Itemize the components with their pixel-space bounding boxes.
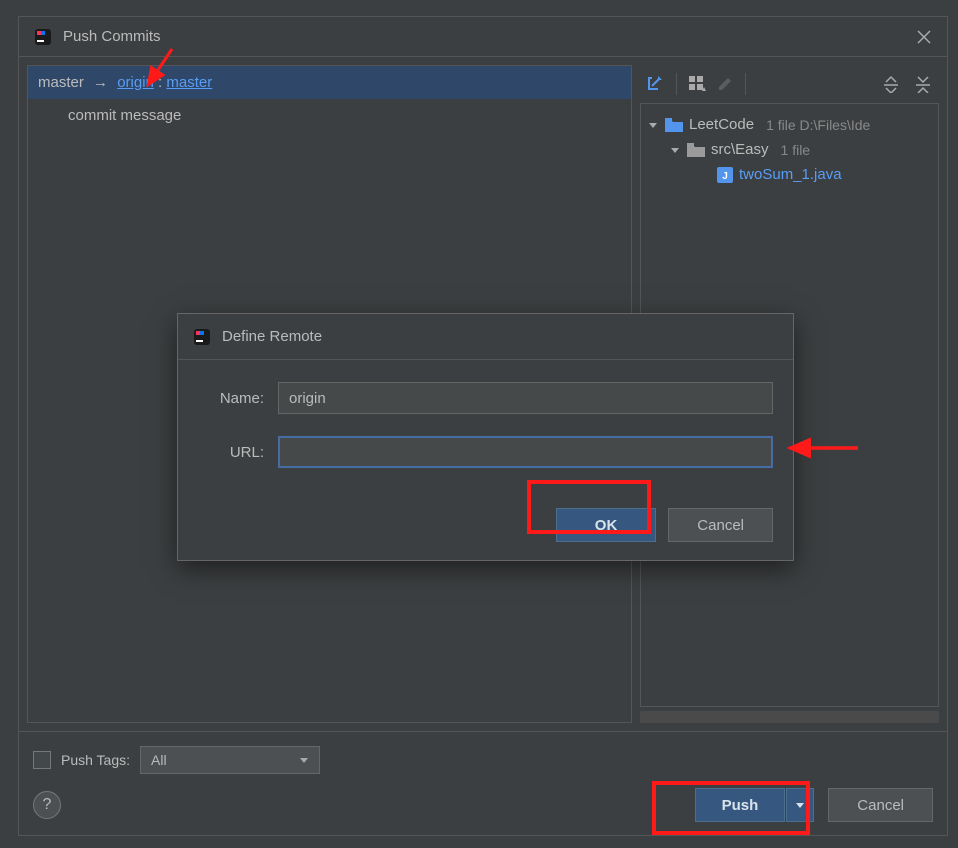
tree-project-label: LeetCode [689, 116, 754, 133]
tree-folder-label: src\Easy [711, 141, 769, 158]
help-button[interactable]: ? [33, 791, 61, 819]
svg-text:J: J [722, 171, 728, 182]
java-file-icon: J [717, 167, 733, 183]
folder-icon [687, 143, 705, 157]
cancel-button[interactable]: Cancel [828, 788, 933, 822]
collapse-all-icon[interactable] [911, 72, 935, 96]
branch-row[interactable]: master → origin : master [28, 66, 631, 99]
ok-button[interactable]: OK [556, 508, 657, 542]
push-tags-combo[interactable]: All [140, 746, 320, 774]
group-icon[interactable] [685, 72, 709, 96]
close-icon[interactable] [915, 28, 933, 46]
url-label: URL: [198, 444, 278, 461]
intellij-icon [192, 327, 212, 347]
chevron-down-icon [795, 800, 805, 810]
intellij-icon [33, 27, 53, 47]
bottom-bar: Push Tags: All ? Push Cancel [19, 731, 947, 835]
sub-dialog-body: Name: URL: [178, 360, 793, 508]
name-label: Name: [198, 390, 278, 407]
sub-dialog-title: Define Remote [222, 328, 779, 345]
push-button[interactable]: Push [695, 788, 786, 822]
tracking-branch-link[interactable]: master [166, 74, 212, 91]
expand-all-icon[interactable] [879, 72, 903, 96]
remote-link[interactable]: origin [117, 74, 154, 91]
dialog-titlebar: Push Commits [19, 17, 947, 57]
dialog-actions: ? Push Cancel [33, 788, 933, 822]
arrow: → [93, 74, 108, 91]
diff-icon[interactable] [644, 72, 668, 96]
files-toolbar [640, 65, 939, 103]
sub-dialog-actions: OK Cancel [178, 508, 793, 560]
url-input[interactable] [278, 436, 773, 468]
chevron-down-icon [669, 144, 681, 156]
name-input[interactable] [278, 382, 773, 414]
push-tags-checkbox[interactable] [33, 751, 51, 769]
separator [676, 73, 677, 95]
url-row: URL: [198, 436, 773, 468]
chevron-down-icon [299, 755, 309, 765]
push-tags-label: Push Tags: [61, 752, 130, 768]
push-tags-value: All [151, 752, 167, 768]
tree-project-node[interactable]: LeetCode 1 file D:\Files\Ide [645, 112, 934, 137]
local-branch: master [38, 74, 84, 91]
name-row: Name: [198, 382, 773, 414]
project-folder-icon [665, 118, 683, 132]
sub-dialog-titlebar: Define Remote [178, 314, 793, 360]
chevron-down-icon [647, 119, 659, 131]
tree-folder-meta: 1 file [781, 142, 811, 158]
edit-icon [713, 72, 737, 96]
tree-project-meta: 1 file D:\Files\Ide [766, 117, 870, 133]
sub-cancel-button[interactable]: Cancel [668, 508, 773, 542]
tree-file-label: twoSum_1.java [739, 166, 842, 183]
push-dropdown-button[interactable] [786, 788, 814, 822]
tree-file-node[interactable]: J twoSum_1.java [645, 162, 934, 187]
horizontal-scrollbar[interactable] [640, 711, 939, 723]
push-button-group: Push [695, 788, 815, 822]
tree-folder-node[interactable]: src\Easy 1 file [645, 137, 934, 162]
commit-message[interactable]: commit message [68, 107, 591, 124]
push-tags-row: Push Tags: All [33, 746, 933, 774]
dialog-title: Push Commits [63, 28, 915, 45]
define-remote-dialog: Define Remote Name: URL: OK Cancel [177, 313, 794, 561]
separator [745, 73, 746, 95]
